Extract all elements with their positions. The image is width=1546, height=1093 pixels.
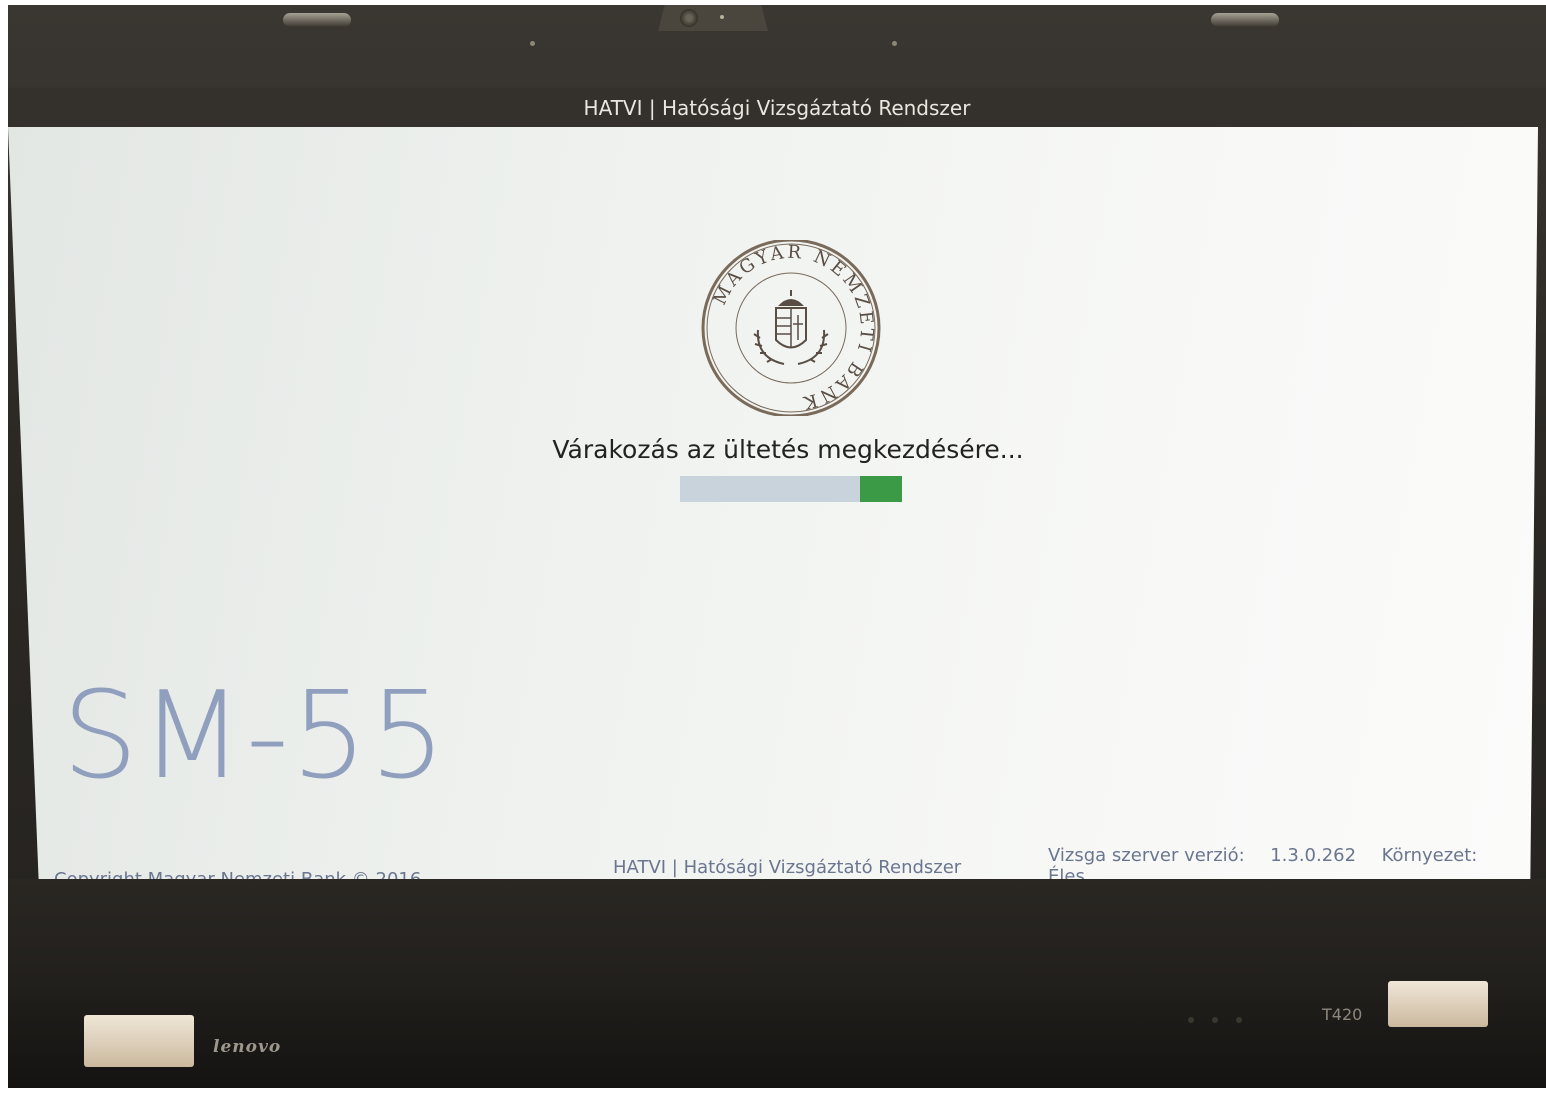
seal-arc-text: MAGYAR NEMZETI BANK <box>709 242 874 414</box>
hinge-right <box>1388 981 1488 1027</box>
laptop-frame: HATVI | Hatósági Vizsgáztató Rendszer MA… <box>8 5 1546 1088</box>
webcam-led-icon <box>720 15 724 19</box>
bezel-screw-icon <box>892 41 897 46</box>
top-bezel <box>8 5 1546 85</box>
hinge-left <box>84 1015 194 1067</box>
workstation-id-watermark: SM-55 <box>62 667 448 806</box>
server-version-label: Vizsga szerver verzió: <box>1048 845 1245 866</box>
coat-of-arms-icon <box>753 290 829 365</box>
status-indicators <box>1188 1017 1258 1025</box>
brand-logo: lenovo <box>213 1037 282 1057</box>
status-message: Várakozás az ültetés megkezdésére... <box>552 435 1024 464</box>
indicator-light-icon <box>1212 1017 1218 1023</box>
progress-indicator <box>859 476 902 502</box>
indicator-light-icon <box>1236 1017 1242 1023</box>
waiting-progress-bar <box>680 476 902 502</box>
server-version-value: 1.3.0.262 <box>1270 845 1357 866</box>
mnb-seal-logo: MAGYAR NEMZETI BANK <box>701 240 881 416</box>
bezel-latch-right <box>1211 13 1279 27</box>
window-titlebar: HATVI | Hatósági Vizsgáztató Rendszer <box>8 88 1546 128</box>
model-label: T420 <box>1322 1005 1363 1024</box>
svg-text:MAGYAR NEMZETI BANK: MAGYAR NEMZETI BANK <box>709 242 877 414</box>
camera-housing <box>658 5 768 31</box>
environment-label: Környezet: <box>1381 845 1478 866</box>
indicator-light-icon <box>1188 1017 1194 1023</box>
window-title: HATVI | Hatósági Vizsgáztató Rendszer <box>583 96 971 120</box>
footer-app-title: HATVI | Hatósági Vizsgáztató Rendszer <box>613 857 962 878</box>
bezel-latch-left <box>283 13 351 27</box>
bezel-screw-icon <box>530 41 535 46</box>
app-main-screen: MAGYAR NEMZETI BANK Várakozás az ültetés… <box>8 127 1538 879</box>
webcam-icon <box>680 9 698 27</box>
